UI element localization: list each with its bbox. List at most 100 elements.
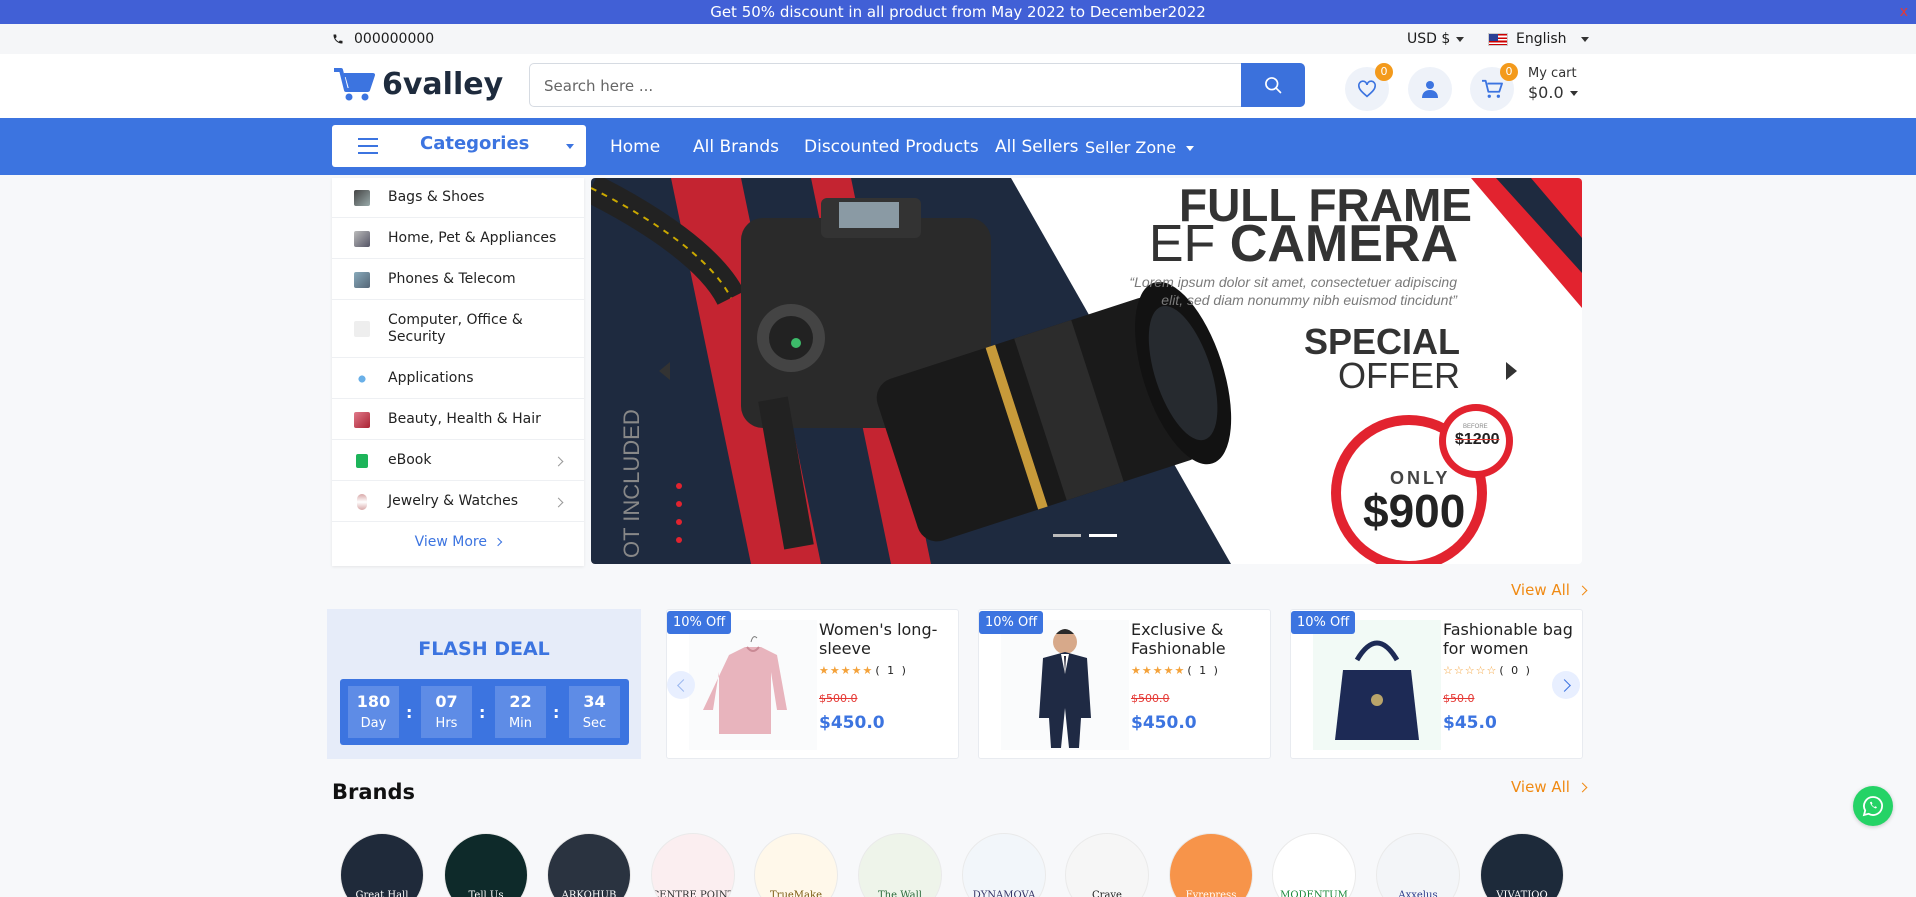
brand-logo[interactable]: Crave: [1065, 833, 1149, 897]
slide-dot-active[interactable]: [1089, 534, 1117, 537]
category-item-applications[interactable]: Applications: [332, 359, 584, 399]
view-all-label: View All: [1511, 581, 1570, 599]
category-label: Beauty, Health & Hair: [388, 411, 541, 427]
currency-selector[interactable]: USD $: [1407, 31, 1465, 47]
wishlist-button[interactable]: 0: [1345, 63, 1393, 111]
category-item-jewelry-watches[interactable]: Jewelry & Watches: [332, 482, 584, 522]
chevron-down-icon: [1456, 36, 1465, 42]
categories-label: Categories: [420, 133, 530, 154]
currency-label: USD $: [1407, 31, 1451, 47]
product-card[interactable]: 10% Off Fashionable bag for women ☆☆☆☆☆(…: [1290, 609, 1583, 759]
rating-count: ( 1 ): [875, 664, 908, 677]
search-icon: [1265, 77, 1282, 94]
flash-deal-next-arrow[interactable]: [1552, 671, 1580, 699]
chevron-down-icon[interactable]: [1186, 146, 1194, 151]
banner-title-line2: EF CAMERA: [1149, 214, 1458, 274]
product-old-price: $500.0: [819, 692, 858, 705]
language-selector[interactable]: English: [1488, 31, 1589, 47]
search-input[interactable]: [544, 74, 1224, 98]
category-sidebar: Bags & Shoes Home, Pet & Appliances Phon…: [332, 178, 584, 566]
product-price: $450.0: [1131, 713, 1197, 733]
phone-icon: [333, 34, 343, 44]
product-card[interactable]: 10% Off Exclusive & Fashionable ★★★★★( 1…: [978, 609, 1271, 759]
brand-name: Great Hall: [355, 890, 409, 897]
nav-discounted-products[interactable]: Discounted Products: [804, 137, 979, 157]
heart-icon: [1358, 80, 1376, 98]
cart-logo-icon: [334, 68, 375, 101]
brand-logo[interactable]: CENTRE POINT: [651, 833, 735, 897]
cart-summary[interactable]: My cart $0.0: [1528, 66, 1578, 102]
category-item-beauty-health-hair[interactable]: Beauty, Health & Hair: [332, 400, 584, 440]
nav-home[interactable]: Home: [610, 137, 660, 157]
brand-logo[interactable]: ARKOHUB: [547, 833, 631, 897]
cart-label: My cart: [1528, 66, 1577, 81]
banner-prev-arrow[interactable]: [659, 362, 670, 380]
cart-total: $0.0: [1528, 83, 1564, 102]
flash-deal-view-all-link[interactable]: View All: [1511, 581, 1588, 599]
slide-dot[interactable]: [1053, 534, 1081, 537]
nav-all-sellers[interactable]: All Sellers: [995, 137, 1078, 157]
category-item-computer-office-security[interactable]: Computer, Office & Security: [332, 301, 584, 358]
banner-title-camera: CAMERA: [1229, 215, 1458, 273]
chevron-right-icon: [1577, 585, 1588, 596]
product-rating: ☆☆☆☆☆( 0 ): [1443, 664, 1532, 677]
timer-unit: Hrs: [435, 716, 458, 731]
brand-logo[interactable]: The Wall: [858, 833, 942, 897]
nav-all-brands[interactable]: All Brands: [693, 137, 779, 157]
brand-logo[interactable]: Tell Us: [444, 833, 528, 897]
user-icon: [1422, 81, 1438, 98]
category-item-home-pet-appliances[interactable]: Home, Pet & Appliances: [332, 219, 584, 259]
header: 6valley 0 0 My cart $0.0: [0, 54, 1916, 118]
category-item-bags-shoes[interactable]: Bags & Shoes: [332, 178, 584, 218]
product-name: Fashionable bag for women: [1443, 620, 1573, 658]
hero-banner[interactable]: FULL FRAME EF CAMERA “Lorem ipsum dolor …: [591, 178, 1582, 564]
timer-minutes: 22 Min: [495, 686, 546, 738]
view-more-categories-link[interactable]: View More: [332, 534, 584, 550]
category-label: Phones & Telecom: [388, 271, 516, 287]
account-button[interactable]: [1408, 67, 1452, 111]
logo-text: 6valley: [382, 66, 504, 102]
banner-next-arrow[interactable]: [1506, 362, 1517, 380]
brand-name: CENTRE POINT: [651, 890, 735, 897]
chevron-down-icon: [566, 144, 574, 149]
appliance-icon: [354, 231, 370, 247]
category-label: Computer, Office & Security: [388, 312, 523, 345]
brands-view-all-link[interactable]: View All: [1511, 778, 1588, 796]
banner-side-text: OT INCLUDED: [619, 409, 644, 558]
product-name: Women's long-sleeve: [819, 620, 938, 658]
product-old-price: $500.0: [1131, 692, 1170, 705]
nav-seller-zone[interactable]: Seller Zone: [1085, 138, 1176, 157]
product-price: $45.0: [1443, 713, 1497, 733]
chevron-right-icon: [1577, 782, 1588, 793]
phone-icon: [354, 272, 370, 288]
brand-logo[interactable]: Great Hall: [340, 833, 424, 897]
rating-stars: ☆☆☆☆☆: [1443, 664, 1498, 677]
phone-contact[interactable]: 000000000: [332, 31, 434, 47]
menu-icon: [358, 138, 378, 154]
categories-button[interactable]: Categories: [332, 125, 586, 167]
flash-deal-prev-arrow[interactable]: [667, 671, 695, 699]
close-announcement-button[interactable]: x: [1900, 0, 1908, 24]
product-card[interactable]: 10% Off Women's long-sleeve ★★★★★( 1 ) $…: [666, 609, 959, 759]
brand-logo[interactable]: Fyrepress: [1169, 833, 1253, 897]
timer-hours: 07 Hrs: [421, 686, 472, 738]
category-item-phones-telecom[interactable]: Phones & Telecom: [332, 260, 584, 300]
brand-logo[interactable]: Axxelus: [1376, 833, 1460, 897]
search-button[interactable]: [1241, 63, 1305, 107]
applications-icon: [354, 371, 370, 387]
us-flag-icon: [1488, 32, 1508, 46]
cart-count-badge: 0: [1500, 63, 1518, 81]
site-logo[interactable]: 6valley: [332, 66, 503, 102]
cart-button[interactable]: 0: [1470, 63, 1518, 111]
whatsapp-chat-button[interactable]: [1853, 786, 1893, 826]
timer-seconds: 34 Sec: [569, 686, 620, 738]
bag-icon: [354, 190, 370, 206]
countdown-timer: 180 Day : 07 Hrs : 22 Min : 34 Sec: [340, 679, 629, 745]
brand-logo[interactable]: VIVATIOO: [1480, 833, 1564, 897]
timer-unit: Day: [360, 716, 387, 731]
brand-logo[interactable]: TrueMake: [754, 833, 838, 897]
brand-logo[interactable]: DYNAMOVA: [962, 833, 1046, 897]
brand-logo[interactable]: MODENTUM: [1272, 833, 1356, 897]
category-item-ebook[interactable]: eBook: [332, 441, 584, 481]
banner-tagline: “Lorem ipsum dolor sit amet, consectetue…: [1129, 274, 1457, 308]
